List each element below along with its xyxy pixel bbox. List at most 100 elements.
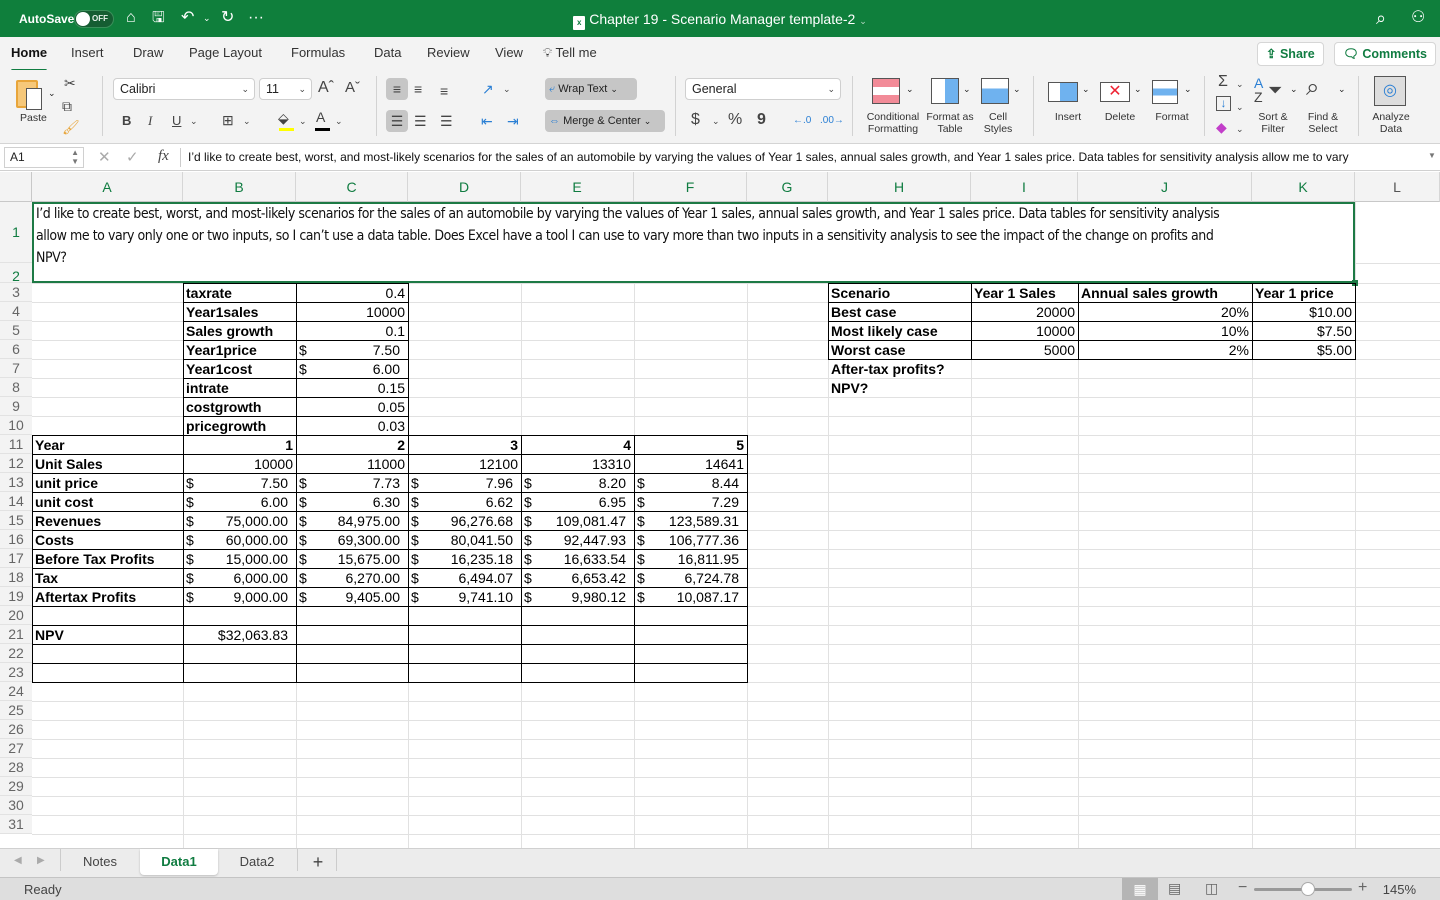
row-header-16[interactable]: 16 [0, 530, 32, 549]
decrease-indent-icon[interactable]: ⇤ [481, 112, 493, 130]
clear-icon[interactable]: ◆ [1216, 118, 1227, 136]
row-header-27[interactable]: 27 [0, 739, 32, 758]
worksheet-grid[interactable]: A B C D E F G H I J K L 1 2 3 4 5 6 7 8 9 10 11 12 13 14 15 16 17 18 1… [0, 172, 1440, 848]
sheet-tab-data1[interactable]: Data1 [140, 849, 218, 875]
row-header-10[interactable]: 10 [0, 416, 32, 435]
delete-cells-button[interactable]: ✕ ⌄ Delete [1096, 74, 1144, 138]
percent-button[interactable]: % [728, 111, 742, 129]
row-header-9[interactable]: 9 [0, 397, 32, 416]
scroll-left-icon[interactable]: ◀ [14, 855, 22, 866]
fx-icon[interactable]: fx [158, 148, 169, 165]
tab-home[interactable]: Home [11, 45, 48, 72]
row-header-8[interactable]: 8 [0, 378, 32, 397]
row-header-6[interactable]: 6 [0, 340, 32, 359]
row-header-7[interactable]: 7 [0, 359, 32, 378]
add-sheet-button[interactable]: + [300, 849, 336, 875]
copy-icon[interactable]: ⧉ [62, 97, 72, 115]
fill-dropdown-icon[interactable]: ⌄ [299, 112, 307, 130]
fill-color-icon[interactable]: ⬙ [278, 109, 289, 127]
increase-font-icon[interactable]: Aˆ [318, 79, 334, 97]
tab-insert[interactable]: Insert [71, 45, 104, 60]
format-as-table-button[interactable]: ⌄ Format as Table [926, 74, 976, 138]
tab-formulas[interactable]: Formulas [291, 45, 345, 60]
font-color-dropdown-icon[interactable]: ⌄ [335, 112, 343, 130]
align-middle-icon[interactable]: ≡ [414, 80, 422, 98]
share-button[interactable]: ⇪ Share [1257, 42, 1324, 66]
font-name-select[interactable]: Calibri ⌄ [113, 78, 255, 100]
row-header-2[interactable]: 2 [0, 263, 32, 284]
page-layout-view-icon[interactable]: ▤ [1168, 880, 1181, 897]
increase-indent-icon[interactable]: ⇥ [507, 112, 519, 130]
row-header-13[interactable]: 13 [0, 473, 32, 492]
row-header-21[interactable]: 21 [0, 625, 32, 644]
decrease-decimal-icon[interactable]: .00→ [820, 112, 844, 130]
merge-center-button[interactable]: ⇔ Merge & Center ⌄ [545, 110, 665, 132]
align-left-icon[interactable]: ☰ [386, 110, 408, 132]
underline-dropdown-icon[interactable]: ⌄ [190, 112, 198, 130]
row-header-11[interactable]: 11 [0, 435, 32, 454]
comma-button[interactable]: 9 [757, 111, 766, 129]
row-header-30[interactable]: 30 [0, 796, 32, 815]
tab-page-layout[interactable]: Page Layout [189, 45, 262, 60]
sort-filter-button[interactable]: AZ ⏷ ⌄ Sort & Filter [1250, 74, 1298, 138]
autosum-icon[interactable]: Σ [1218, 73, 1228, 91]
row-header-17[interactable]: 17 [0, 549, 32, 568]
conditional-formatting-button[interactable]: ⌄ Conditional Formatting [862, 74, 922, 138]
paste-button[interactable]: ⌄ [14, 76, 56, 116]
clear-dropdown-icon[interactable]: ⌄ [1236, 120, 1244, 138]
column-header-c[interactable]: C [296, 172, 408, 202]
bold-button[interactable]: B [122, 112, 131, 130]
name-box[interactable]: A1 ▲ ▼ [4, 147, 84, 168]
orientation-icon[interactable]: ↗ [482, 80, 494, 98]
tab-data[interactable]: Data [374, 45, 401, 60]
cut-icon[interactable]: ✂ [64, 74, 76, 92]
font-size-select[interactable]: 11 ⌄ [259, 78, 312, 100]
autosum-dropdown-icon[interactable]: ⌄ [1236, 75, 1244, 93]
currency-dropdown-icon[interactable]: ⌄ [712, 112, 720, 130]
tell-me[interactable]: 💡︎ Tell me [543, 45, 597, 61]
format-painter-icon[interactable]: 🖌︎ [62, 118, 80, 136]
column-header-i[interactable]: I [971, 172, 1078, 202]
row-header-14[interactable]: 14 [0, 492, 32, 511]
row-header-5[interactable]: 5 [0, 321, 32, 340]
underline-button[interactable]: U [172, 112, 181, 130]
row-header-24[interactable]: 24 [0, 682, 32, 701]
cancel-icon[interactable]: ✕ [98, 148, 111, 166]
currency-button[interactable]: $ [691, 111, 700, 129]
align-bottom-icon[interactable]: ≡ [440, 82, 448, 100]
row-header-1[interactable]: 1 [0, 202, 32, 263]
zoom-level[interactable]: 145% [1383, 882, 1416, 897]
column-header-e[interactable]: E [521, 172, 634, 202]
row-header-4[interactable]: 4 [0, 302, 32, 321]
font-color-icon[interactable]: A [316, 108, 325, 126]
row-header-31[interactable]: 31 [0, 815, 32, 834]
tab-review[interactable]: Review [427, 45, 470, 60]
zoom-in-button[interactable]: + [1358, 879, 1367, 897]
zoom-out-button[interactable]: − [1238, 879, 1247, 897]
row-header-19[interactable]: 19 [0, 587, 32, 606]
enter-icon[interactable]: ✓ [126, 148, 139, 166]
column-header-a[interactable]: A [32, 172, 183, 202]
expand-formula-bar-icon[interactable]: ▼ [1428, 151, 1436, 160]
align-center-icon[interactable]: ☰ [414, 112, 427, 130]
row-header-26[interactable]: 26 [0, 720, 32, 739]
find-select-button[interactable]: ⌕ ⌄ Find & Select [1300, 74, 1348, 138]
column-header-g[interactable]: G [747, 172, 828, 202]
comments-button[interactable]: 🗨︎ Comments [1334, 42, 1436, 66]
tab-view[interactable]: View [495, 45, 523, 60]
fill-dropdown-icon[interactable]: ⌄ [1236, 98, 1244, 116]
cell-a1-merged[interactable]: I’d like to create best, worst, and most… [32, 202, 1355, 283]
column-header-f[interactable]: F [634, 172, 747, 202]
column-header-d[interactable]: D [408, 172, 521, 202]
zoom-slider-knob[interactable] [1300, 882, 1315, 896]
row-header-20[interactable]: 20 [0, 606, 32, 625]
name-box-stepper-icon[interactable]: ▲ ▼ [71, 148, 79, 166]
analyze-data-button[interactable]: ◎ Analyze Data [1366, 74, 1416, 138]
account-icon[interactable]: ⚇ [1411, 9, 1425, 27]
tab-draw[interactable]: Draw [133, 45, 163, 60]
orientation-dropdown-icon[interactable]: ⌄ [503, 80, 511, 98]
borders-dropdown-icon[interactable]: ⌄ [243, 112, 251, 130]
column-header-b[interactable]: B [183, 172, 296, 202]
document-title[interactable]: x Chapter 19 - Scenario Manager template-… [0, 11, 1440, 30]
cell-styles-button[interactable]: ⌄ Cell Styles [976, 74, 1024, 138]
